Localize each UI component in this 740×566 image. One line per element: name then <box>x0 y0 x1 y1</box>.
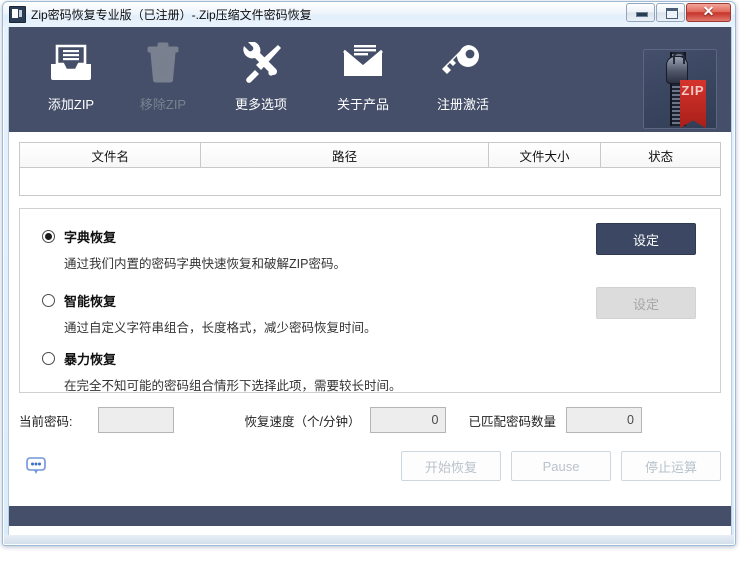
add-zip-icon <box>49 39 93 87</box>
window-title: Zip密码恢复专业版（已注册）-.Zip压缩文件密码恢复 <box>31 8 312 22</box>
toolbar-item-more-options[interactable]: 更多选项 <box>209 39 313 113</box>
file-list-body[interactable] <box>19 168 721 196</box>
status-row: 当前密码: 恢复速度（个/分钟） 0 已匹配密码数量 0 <box>19 405 721 435</box>
desktop-background: Zip密码恢复专业版（已注册）-.Zip压缩文件密码恢复 ✕ 添加ZIP 移除Z… <box>0 0 740 566</box>
option-title-brute: 暴力恢复 <box>64 352 117 367</box>
file-list: 文件名 路径 文件大小 状态 <box>19 142 721 196</box>
envelope-icon <box>340 39 386 87</box>
window-bottom-strip <box>4 535 734 544</box>
current-password-label: 当前密码: <box>19 414 73 429</box>
option-smart-recovery[interactable]: 智能恢复 通过自定义字符串组合，长度格式，减少密码恢复时间。 <box>42 291 377 336</box>
option-dictionary-recovery[interactable]: 字典恢复 通过我们内置的密码字典快速恢复和破解ZIP密码。 <box>42 227 346 272</box>
zip-logo: ZIP <box>643 49 717 129</box>
trash-icon <box>143 39 183 87</box>
window-controls: ✕ <box>625 3 731 22</box>
toolbar-label-register: 注册激活 <box>436 97 489 112</box>
matched-count-label: 已匹配密码数量 <box>468 414 556 429</box>
option-brute-force-recovery[interactable]: 暴力恢复 在完全不知可能的密码组合情形下选择此项，需要较长时间。 <box>42 349 402 394</box>
column-header-filename[interactable]: 文件名 <box>20 143 202 167</box>
maximize-button[interactable] <box>656 3 685 22</box>
app-icon <box>9 6 26 23</box>
radio-dictionary-recovery[interactable] <box>42 230 55 243</box>
column-header-status[interactable]: 状态 <box>601 143 720 167</box>
application-window: Zip密码恢复专业版（已注册）-.Zip压缩文件密码恢复 ✕ 添加ZIP 移除Z… <box>2 1 736 546</box>
option-desc-smart: 通过自定义字符串组合，长度格式，减少密码恢复时间。 <box>64 321 377 335</box>
title-bar[interactable]: Zip密码恢复专业版（已注册）-.Zip压缩文件密码恢复 ✕ <box>3 2 735 27</box>
close-button[interactable]: ✕ <box>686 3 731 22</box>
option-title-smart: 智能恢复 <box>64 294 117 309</box>
speed-label: 恢复速度（个/分钟） <box>244 414 361 429</box>
toolbar-item-remove-zip[interactable]: 移除ZIP <box>117 39 209 113</box>
toolbar-label-add-zip: 添加ZIP <box>47 97 95 112</box>
toolbar-item-register[interactable]: 注册激活 <box>413 39 513 113</box>
footer-bar <box>9 506 731 526</box>
matched-count-field: 0 <box>565 407 642 433</box>
toolbar: 添加ZIP 移除ZIP 更多选项 关于产品 注册激活 ZIP <box>9 27 731 132</box>
option-title-dictionary: 字典恢复 <box>64 230 117 245</box>
file-list-header: 文件名 路径 文件大小 状态 <box>19 142 721 168</box>
speed-field: 0 <box>370 407 447 433</box>
stop-button: 停止运算 <box>621 451 721 481</box>
key-icon <box>441 39 485 87</box>
toolbar-item-add-zip[interactable]: 添加ZIP <box>25 39 117 113</box>
tools-icon <box>238 39 284 87</box>
minimize-button[interactable] <box>626 3 655 22</box>
speech-bubble-icon[interactable] <box>25 455 47 477</box>
option-desc-brute: 在完全不知可能的密码组合情形下选择此项，需要较长时间。 <box>64 379 402 393</box>
zip-logo-label: ZIP <box>680 80 706 128</box>
start-recovery-button: 开始恢复 <box>401 451 501 481</box>
action-row: 开始恢复 Pause 停止运算 <box>19 449 721 483</box>
recovery-options-panel: 字典恢复 通过我们内置的密码字典快速恢复和破解ZIP密码。 智能恢复 通过自定义… <box>19 208 721 393</box>
radio-brute-force-recovery[interactable] <box>42 352 55 365</box>
current-password-field[interactable] <box>98 407 175 433</box>
minimize-icon <box>636 12 648 17</box>
column-header-filesize[interactable]: 文件大小 <box>489 143 602 167</box>
toolbar-label-remove-zip: 移除ZIP <box>139 97 187 112</box>
toolbar-label-about: 关于产品 <box>336 97 389 112</box>
settings-button-dictionary[interactable]: 设定 <box>596 223 696 255</box>
toolbar-item-about[interactable]: 关于产品 <box>313 39 413 113</box>
toolbar-label-more-options: 更多选项 <box>234 97 287 112</box>
close-icon: ✕ <box>702 5 715 20</box>
maximize-icon <box>666 8 678 19</box>
pause-button: Pause <box>511 451 611 481</box>
option-desc-dictionary: 通过我们内置的密码字典快速恢复和破解ZIP密码。 <box>64 257 346 271</box>
settings-button-smart: 设定 <box>596 287 696 319</box>
client-area: 添加ZIP 移除ZIP 更多选项 关于产品 注册激活 ZIP 文件名 路径 文件… <box>8 27 732 539</box>
column-header-path[interactable]: 路径 <box>201 143 489 167</box>
zipper-pull-icon <box>666 52 688 84</box>
radio-smart-recovery[interactable] <box>42 294 55 307</box>
